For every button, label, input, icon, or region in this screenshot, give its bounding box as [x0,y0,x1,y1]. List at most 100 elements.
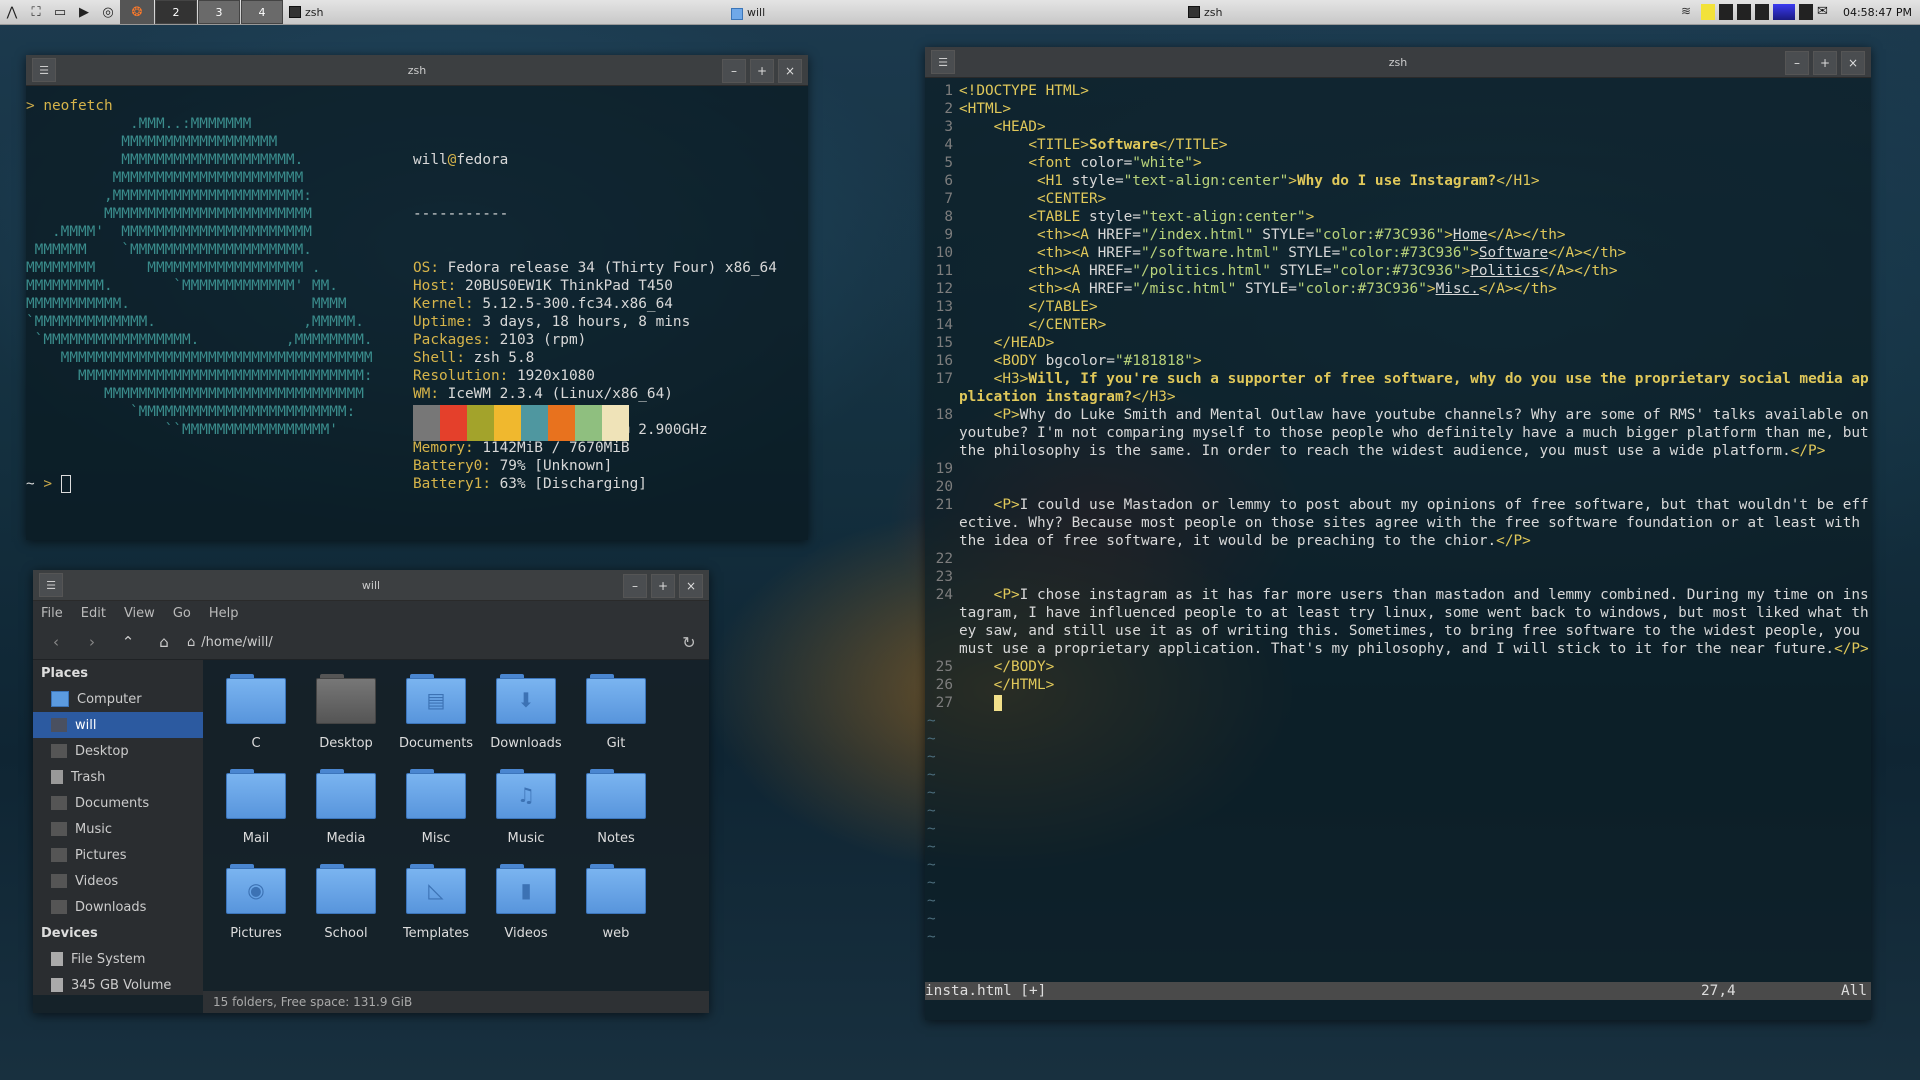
folder-item[interactable]: C [211,670,301,765]
sidebar-item-music[interactable]: Music [33,816,203,842]
folder-item[interactable]: Mail [211,765,301,860]
line-number: 17 [935,371,953,387]
info-key: Shell [413,350,457,366]
mail-icon[interactable]: ✉ [1817,4,1831,20]
firefox-launcher-icon[interactable]: ❂ [120,0,154,24]
vim-editor-buffer[interactable]: 1 <!DOCTYPE HTML> 2 <HTML> 3 <HEAD> 4 <TITLE>… [925,82,1871,946]
terminal-cursor [60,475,71,493]
volume-icon[interactable] [1798,4,1813,20]
browser-launcher-icon[interactable]: ◎ [96,0,120,24]
minimize-button[interactable]: – [722,59,746,83]
sidebar-item-label: Computer [77,691,142,707]
workspace-2-button[interactable]: 2 [155,0,197,24]
maximize-button[interactable]: + [750,59,774,83]
navigation-toolbar: ‹ › ⌃ ⌂ ⌂ /home/will/ ↻ [33,625,709,660]
folder-item[interactable]: Desktop [301,670,391,765]
window-menu-icon[interactable]: ☰ [931,50,955,74]
folder-icon [586,864,646,914]
folder-label: Misc [421,831,451,846]
line-text: </BODY> [993,659,1055,675]
folder-item[interactable]: School [301,860,391,955]
folder-item[interactable]: ◺ Templates [391,860,481,955]
workspace-4-button[interactable]: 4 [241,0,283,24]
folder-icon [316,864,376,914]
code-line: 5 <font color="white"> [925,154,1871,172]
wifi-icon[interactable]: ≋ [1681,4,1697,20]
battery-icon[interactable] [1700,4,1715,20]
taskbar-task-zsh-2[interactable]: zsh [1182,1,1394,23]
titlebar[interactable]: ☰ zsh – + × [925,47,1871,78]
folder-item[interactable]: web [571,860,661,955]
taskbar-task-zsh-1[interactable]: zsh [283,1,725,23]
taskbar-task-will[interactable]: will [725,1,1182,23]
line-number: 13 [935,299,953,315]
cpu-monitor-icon[interactable] [1718,4,1733,20]
menu-file[interactable]: File [41,606,63,621]
up-icon[interactable]: ⌃ [115,629,141,655]
folder-item[interactable]: ▤ Documents [391,670,481,765]
location-bar[interactable]: ⌂ /home/will/ [187,630,665,654]
close-button[interactable]: × [778,59,802,83]
titlebar[interactable]: ☰ will – + × [33,570,709,601]
window-list-icon[interactable]: ▭ [48,0,72,24]
show-desktop-icon[interactable]: ⛶ [24,0,48,24]
terminal-launcher-icon[interactable]: ▶ [72,0,96,24]
sidebar-item-will[interactable]: will [33,712,203,738]
folder-item[interactable]: ▮ Videos [481,860,571,955]
workspace-3-button[interactable]: 3 [198,0,240,24]
sidebar-item-trash[interactable]: Trash [33,764,203,790]
memory-monitor-icon[interactable] [1736,4,1751,20]
devices-heading: Devices [41,926,98,941]
close-button[interactable]: × [679,574,703,598]
code-line: 3 <HEAD> [925,118,1871,136]
forward-icon[interactable]: › [79,629,105,655]
network-monitor-icon[interactable] [1772,4,1795,20]
sidebar-item-computer[interactable]: Computer [33,686,203,712]
start-menu-icon[interactable]: ⋀ [0,0,24,24]
close-button[interactable]: × [1841,51,1865,75]
sidebar-item-downloads[interactable]: Downloads [33,894,203,920]
folder-item[interactable]: Notes [571,765,661,860]
sidebar-item-desktop[interactable]: Desktop [33,738,203,764]
back-icon[interactable]: ‹ [43,629,69,655]
username: will [413,152,448,168]
code-line: 18 <P>Why do Luke Smith and Mental Outla… [925,406,1871,460]
clock[interactable]: 04:58:47 PM [1835,6,1920,19]
maximize-button[interactable]: + [651,574,675,598]
disk-monitor-icon[interactable] [1754,4,1769,20]
sidebar-device-1[interactable]: 345 GB Volume [33,972,203,998]
sidebar-item-videos[interactable]: Videos [33,868,203,894]
color-palette [413,405,629,441]
code-line: 10 <th><A HREF="/software.html" STYLE="c… [925,244,1871,262]
status-cursor-position: 27,4 [1701,983,1736,999]
sidebar-device-0[interactable]: File System [33,946,203,972]
sidebar-item-documents[interactable]: Documents [33,790,203,816]
info-value: 20BUS0EW1K ThinkPad T450 [464,278,673,294]
sidebar-item-label: File System [71,951,146,967]
reload-icon[interactable]: ↻ [675,633,703,652]
home-icon[interactable]: ⌂ [151,629,177,655]
folder-item[interactable]: Misc [391,765,481,860]
minimize-button[interactable]: – [623,574,647,598]
window-menu-icon[interactable]: ☰ [39,573,63,597]
folder-icon [226,674,286,724]
folder-item[interactable]: Media [301,765,391,860]
menu-edit[interactable]: Edit [81,606,106,621]
menu-view[interactable]: View [124,606,155,621]
folder-item[interactable]: Git [571,670,661,765]
line-text [959,478,1871,496]
line-number: 27 [935,695,953,711]
minimize-button[interactable]: – [1785,51,1809,75]
folder-item[interactable]: ◉ Pictures [211,860,301,955]
window-menu-icon[interactable]: ☰ [32,58,56,82]
folder-item[interactable]: ♫ Music [481,765,571,860]
titlebar[interactable]: ☰ zsh – + × [26,55,808,86]
menu-help[interactable]: Help [209,606,239,621]
maximize-button[interactable]: + [1813,51,1837,75]
menu-go[interactable]: Go [173,606,191,621]
line-number: 12 [935,281,953,297]
sidebar-item-pictures[interactable]: Pictures [33,842,203,868]
info-line: Battery1: 63% [Discharging] [413,476,647,492]
folder-icon: ◉ [226,864,286,914]
folder-item[interactable]: ⬇ Downloads [481,670,571,765]
